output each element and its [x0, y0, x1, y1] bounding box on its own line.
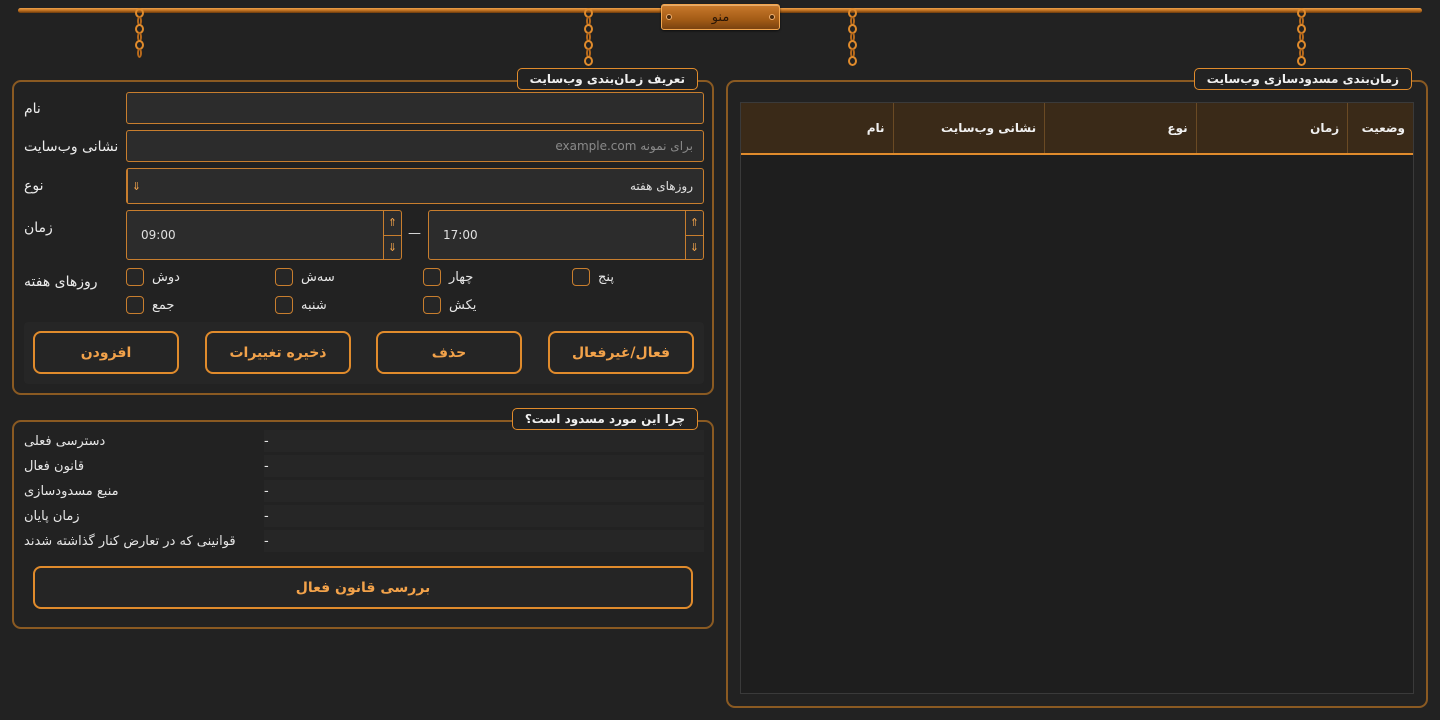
name-input[interactable] — [137, 93, 693, 123]
day-label: جمع — [152, 298, 175, 313]
why-row-key: دسترسی فعلی — [24, 433, 106, 449]
why-row-value: - — [264, 480, 704, 502]
column-header-name[interactable]: نام — [741, 103, 893, 153]
why-row: زمان پایان - — [24, 505, 704, 527]
type-label: نوع — [24, 178, 44, 194]
why-row-key: قوانینی که در تعارض کنار گذاشته شدند — [24, 533, 236, 549]
chevron-down-icon: ⇓ — [131, 179, 142, 193]
why-row-key: منبع مسدودسازی — [24, 483, 119, 499]
day-checkbox[interactable] — [126, 296, 144, 314]
time-start-field[interactable]: 09:00 ⇑ ⇓ — [126, 210, 402, 260]
why-row: دسترسی فعلی - — [24, 430, 704, 452]
block-schedule-group: زمان‌بندی مسدودسازی وب‌سایت وضعیت زمان ن… — [726, 68, 1428, 708]
day-label: شنبه — [301, 298, 327, 313]
why-row-value: - — [264, 530, 704, 552]
why-row: قانون فعال - — [24, 455, 704, 477]
name-field[interactable] — [126, 92, 704, 124]
day-label: پنج — [598, 270, 614, 285]
add-button[interactable]: افزودن — [33, 331, 179, 374]
why-row: قوانینی که در تعارض کنار گذاشته شدند - — [24, 530, 704, 552]
column-header-url[interactable]: نشانی وب‌سایت — [892, 103, 1045, 153]
time-label: زمان — [24, 220, 53, 236]
day-checkbox[interactable] — [126, 268, 144, 286]
days-label: روزهای هفته — [24, 274, 98, 290]
arrow-up-icon[interactable]: ⇑ — [686, 211, 703, 236]
menu-label: منو — [711, 9, 730, 25]
group-title: چرا این مورد مسدود است؟ — [511, 408, 698, 430]
delete-button[interactable]: حذف — [376, 331, 522, 374]
day-checkbox[interactable] — [275, 268, 293, 286]
day-label: سه‌ش — [301, 270, 335, 285]
schedule-definition-group: تعریف زمان‌بندی وب‌سایت نام نشانی وب‌سای… — [12, 68, 714, 395]
day-checkbox[interactable] — [275, 296, 293, 314]
table-header: وضعیت زمان نوع نشانی وب‌سایت نام — [741, 103, 1413, 155]
menu-button[interactable]: منو — [661, 4, 780, 30]
day-checkbox[interactable] — [423, 268, 441, 286]
time-separator: — — [408, 226, 421, 241]
why-row: منبع مسدودسازی - — [24, 480, 704, 502]
why-row-value: - — [264, 430, 704, 452]
url-input[interactable] — [137, 131, 693, 161]
day-label: دوش — [152, 270, 180, 285]
day-checkbox[interactable] — [423, 296, 441, 314]
time-start-value: 09:00 — [141, 228, 176, 242]
url-label: نشانی وب‌سایت — [24, 139, 119, 155]
chain-decoration — [1294, 8, 1308, 66]
time-start-stepper[interactable]: ⇑ ⇓ — [383, 211, 401, 259]
chain-decoration — [845, 8, 859, 66]
group-title: زمان‌بندی مسدودسازی وب‌سایت — [1193, 68, 1412, 90]
save-button[interactable]: ذخیره تغییرات — [205, 331, 351, 374]
why-blocked-group: چرا این مورد مسدود است؟ دسترسی فعلی - قا… — [12, 408, 714, 629]
time-end-stepper[interactable]: ⇑ ⇓ — [685, 211, 703, 259]
type-value: روزهای هفته — [629, 179, 693, 193]
type-dropdown[interactable]: ⇓ — [127, 169, 145, 203]
rivet-icon — [769, 14, 775, 20]
name-label: نام — [24, 101, 41, 117]
chain-decoration — [581, 8, 595, 66]
type-select[interactable]: روزهای هفته ⇓ — [126, 168, 704, 204]
column-header-status[interactable]: وضعیت — [1347, 103, 1413, 153]
time-end-field[interactable]: 17:00 ⇑ ⇓ — [428, 210, 704, 260]
arrow-down-icon[interactable]: ⇓ — [686, 236, 703, 260]
toggle-button[interactable]: فعال/غیرفعال — [548, 331, 694, 374]
check-active-rule-button[interactable]: بررسی قانون فعال — [33, 566, 693, 609]
arrow-down-icon[interactable]: ⇓ — [384, 236, 401, 260]
why-row-key: قانون فعال — [24, 458, 85, 474]
day-label: چهار — [449, 270, 474, 285]
why-row-value: - — [264, 505, 704, 527]
why-row-key: زمان پایان — [24, 508, 80, 524]
time-end-value: 17:00 — [443, 228, 478, 242]
url-field[interactable] — [126, 130, 704, 162]
day-label: یکش — [449, 298, 477, 313]
column-header-time[interactable]: زمان — [1195, 103, 1348, 153]
rivet-icon — [666, 14, 672, 20]
schedule-table[interactable]: وضعیت زمان نوع نشانی وب‌سایت نام — [740, 102, 1414, 694]
column-header-type[interactable]: نوع — [1044, 103, 1196, 153]
arrow-up-icon[interactable]: ⇑ — [384, 211, 401, 236]
chain-decoration — [132, 8, 146, 58]
group-title: تعریف زمان‌بندی وب‌سایت — [516, 68, 698, 90]
day-checkbox[interactable] — [572, 268, 590, 286]
why-row-value: - — [264, 455, 704, 477]
